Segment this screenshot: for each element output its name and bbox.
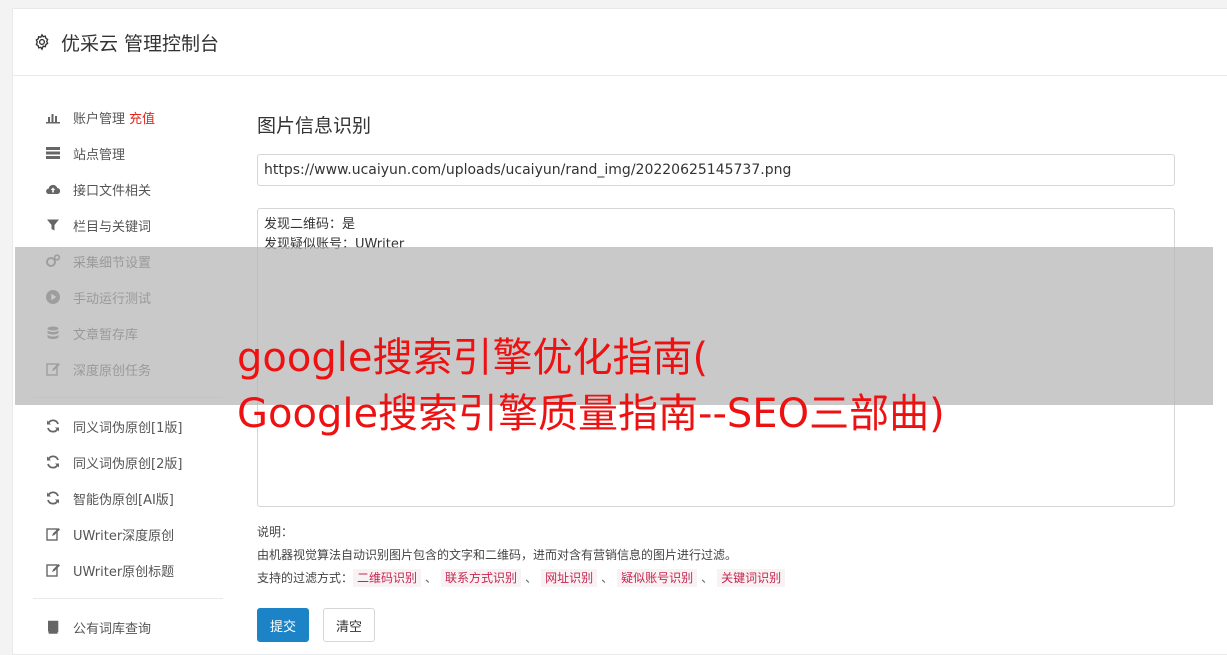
filter-methods: 支持的过滤方式： 二维码识别、联系方式识别、网址识别、疑似账号识别、关键词识别 xyxy=(257,567,1177,590)
filter-separator: 、 xyxy=(425,571,438,585)
filter-label: 支持的过滤方式： xyxy=(257,571,354,585)
server-icon xyxy=(45,145,61,161)
refresh-icon xyxy=(45,418,61,434)
sidebar-item-label: 栏目与关键词 xyxy=(73,219,152,235)
filter-separator: 、 xyxy=(525,571,538,585)
edit-icon xyxy=(45,526,61,542)
refresh-icon xyxy=(45,490,61,506)
sidebar-item-label: 公有词库查询 xyxy=(73,621,152,637)
filter-tag: 联系方式识别 xyxy=(441,569,522,587)
overlay-line-1: google搜索引擎优化指南( xyxy=(237,335,709,381)
filter-tag: 二维码识别 xyxy=(353,569,422,587)
sidebar-item[interactable]: UWriter深度原创 xyxy=(13,516,223,552)
sidebar-item[interactable]: 公有词库查询 xyxy=(13,609,223,645)
filter-separator: 、 xyxy=(601,571,614,585)
sidebar-item-label: UWriter深度原创 xyxy=(73,528,175,544)
sidebar-divider xyxy=(33,598,223,599)
sidebar-item-label: 同义词伪原创[2版] xyxy=(73,456,183,472)
sidebar-item-label: 站点管理 xyxy=(73,147,126,163)
sidebar-item-label: 同义词伪原创[1版] xyxy=(73,420,183,436)
page-title: 图片信息识别 xyxy=(257,115,372,137)
form-actions: 提交 清空 xyxy=(257,608,1177,642)
filter-tag: 关键词识别 xyxy=(717,569,786,587)
image-url-input[interactable] xyxy=(257,154,1175,186)
sidebar-item[interactable]: 同义词伪原创[2版] xyxy=(13,444,223,480)
sidebar-item[interactable]: UWriter原创标题 xyxy=(13,552,223,588)
sidebar-item[interactable]: 栏目与关键词 xyxy=(13,207,223,243)
clear-button[interactable]: 清空 xyxy=(323,608,376,642)
sidebar-item-label: 账户管理 xyxy=(73,111,126,127)
sidebar-item-label: 接口文件相关 xyxy=(73,183,152,199)
sidebar-item[interactable]: 同义词伪原创[1版] xyxy=(13,408,223,444)
page-header-title: 优采云 管理控制台 xyxy=(61,32,220,55)
sidebar-item[interactable]: 智能伪原创[AI版] xyxy=(13,480,223,516)
sidebar-item[interactable]: 账户管理 充值 xyxy=(13,99,223,135)
notes-description: 由机器视觉算法自动识别图片包含的文字和二维码，进而对含有营销信息的图片进行过滤。 xyxy=(257,548,738,562)
sidebar-item-label: 智能伪原创[AI版] xyxy=(73,492,174,508)
filter-tag: 疑似账号识别 xyxy=(617,569,698,587)
book-icon xyxy=(45,619,61,635)
sidebar-item[interactable]: 接口文件相关 xyxy=(13,171,223,207)
top-bar: 优采云 管理控制台 xyxy=(13,9,1227,76)
submit-button[interactable]: 提交 xyxy=(257,608,310,642)
refresh-icon xyxy=(45,454,61,470)
edit-icon xyxy=(45,562,61,578)
filter-icon xyxy=(45,217,61,233)
result-line: 发现二维码：是 xyxy=(264,217,356,232)
filter-tag: 网址识别 xyxy=(541,569,598,587)
sidebar-item[interactable]: 站点管理 xyxy=(13,135,223,171)
gear-icon xyxy=(35,33,49,51)
recharge-link[interactable]: 充值 xyxy=(129,108,155,127)
notes: 说明： 由机器视觉算法自动识别图片包含的文字和二维码，进而对含有营销信息的图片进… xyxy=(257,521,1177,590)
cloud-upload-icon xyxy=(45,181,61,197)
overlay-headline: google搜索引擎优化指南( Google搜索引擎质量指南--SEO三部曲) xyxy=(237,330,1197,442)
sidebar-item-label: UWriter原创标题 xyxy=(73,564,175,580)
filter-separator: 、 xyxy=(701,571,714,585)
notes-label: 说明： xyxy=(257,525,294,539)
bar-chart-icon xyxy=(45,109,61,125)
overlay-line-2: Google搜索引擎质量指南--SEO三部曲) xyxy=(237,391,945,437)
